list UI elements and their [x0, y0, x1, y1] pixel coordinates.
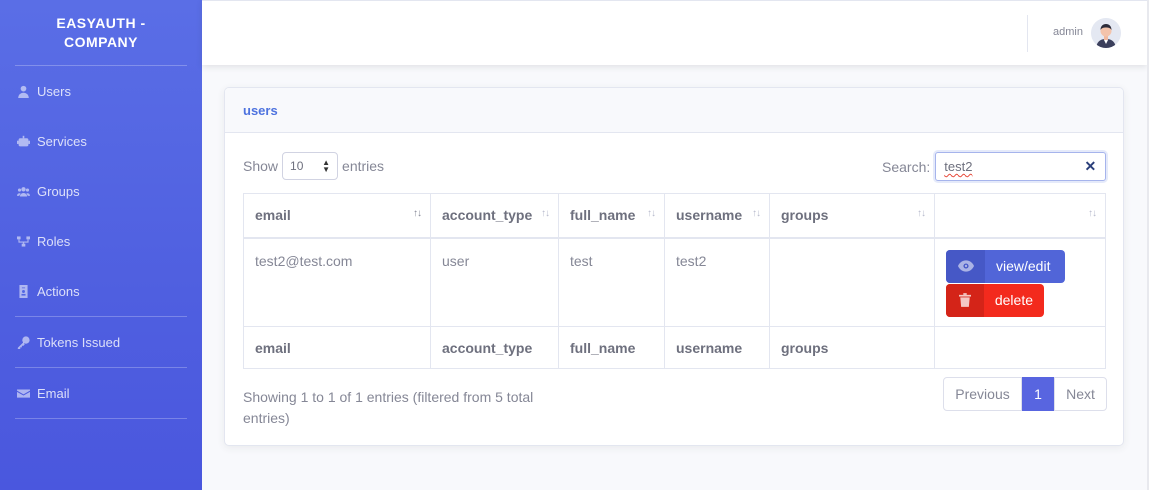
cell-actions: view/edit delete [934, 237, 1106, 327]
footer-username: username [664, 326, 770, 369]
users-card: users Show 10 ▲ ▼ entries Search: test2 ✕… [224, 87, 1124, 446]
column-header-label: groups [781, 207, 829, 224]
footer-groups: groups [769, 326, 935, 369]
sitemap-icon [16, 234, 30, 248]
search-input-value: test2 [944, 159, 973, 174]
brand-logo[interactable]: EASYAUTH - COMPANY [0, 0, 202, 65]
sidebar-item-label: Groups [37, 183, 80, 199]
page-1-button[interactable]: 1 [1022, 377, 1054, 411]
sidebar-item-label: Email [37, 385, 70, 401]
envelope-icon [16, 386, 30, 400]
footer-account-type: account_type [430, 326, 559, 369]
sort-icon: ↑↓ [752, 208, 761, 219]
entries-length-control: Show 10 ▲ ▼ entries [243, 152, 384, 180]
sort-icon: ↑↓ [413, 208, 422, 219]
view-edit-label: view/edit [996, 258, 1051, 274]
id-badge-icon [16, 284, 30, 298]
sort-icon: ↑↓ [1088, 208, 1097, 219]
brand-line-2: COMPANY [63, 33, 139, 50]
users-icon [16, 184, 30, 198]
clear-search-icon[interactable]: ✕ [1085, 158, 1097, 175]
card-title: users [225, 88, 1123, 133]
eye-icon [946, 249, 985, 283]
column-header-email[interactable]: email ↑↓ [243, 193, 431, 239]
entries-label: entries [342, 158, 385, 174]
topbar-username[interactable]: admin [1053, 26, 1083, 38]
topbar-divider [1027, 15, 1028, 52]
sidebar-item-users[interactable]: Users [0, 66, 202, 116]
table-header-row: email ↑↓ account_type ↑↓ full_name ↑↓ usern… [243, 193, 1106, 239]
column-header-actions[interactable]: ↑↓ [934, 193, 1106, 239]
column-header-label: full_name [570, 207, 636, 224]
footer-full-name: full_name [558, 326, 665, 369]
sort-icon: ↑↓ [647, 208, 656, 219]
cell-email: test2@test.com [243, 237, 431, 327]
search-input[interactable]: test2 ✕ [935, 152, 1107, 181]
previous-page-button[interactable]: Previous [943, 377, 1022, 411]
sidebar-item-label: Services [37, 133, 87, 149]
sort-icon: ↑↓ [917, 208, 926, 219]
sidebar-item-label: Actions [37, 283, 80, 299]
delete-button[interactable]: delete [946, 283, 1044, 317]
sidebar-divider [15, 418, 187, 419]
column-header-label: account_type [442, 207, 533, 224]
column-header-account-type[interactable]: account_type ↑↓ [430, 193, 559, 239]
footer-actions [934, 326, 1106, 369]
avatar-icon[interactable] [1091, 18, 1121, 48]
sidebar-item-tokens-issued[interactable]: Tokens Issued [0, 317, 202, 367]
sidebar-item-label: Tokens Issued [37, 334, 121, 350]
cell-groups [769, 237, 935, 327]
column-header-label: email [255, 207, 291, 224]
table-info: Showing 1 to 1 of 1 entries (filtered fr… [243, 389, 534, 426]
sidebar-item-services[interactable]: Services [0, 116, 202, 166]
users-table: email ↑↓ account_type ↑↓ full_name ↑↓ usern… [243, 193, 1106, 369]
column-header-groups[interactable]: groups ↑↓ [769, 193, 935, 239]
show-label: Show [243, 158, 279, 174]
column-header-full-name[interactable]: full_name ↑↓ [558, 193, 665, 239]
footer-email: email [243, 326, 431, 369]
sidebar-item-label: Users [37, 83, 71, 99]
select-arrows-icon: ▲ ▼ [322, 158, 331, 174]
cell-account-type: user [430, 237, 559, 327]
pagination: Previous 1 Next [943, 377, 1107, 411]
brand-line-1: EASYAUTH - [56, 14, 146, 31]
delete-label: delete [994, 292, 1033, 308]
cell-full-name: test [558, 237, 665, 327]
sort-icon: ↑↓ [541, 208, 550, 219]
sidebar-item-label: Roles [37, 233, 71, 249]
user-icon [16, 84, 30, 98]
column-header-label: username [676, 207, 743, 224]
robot-icon [16, 134, 30, 148]
sidebar: EASYAUTH - COMPANY Users Services Groups… [0, 0, 202, 490]
search-control: Search: test2 ✕ [882, 152, 1107, 181]
table-footer-row: email account_type full_name username gr… [243, 326, 1106, 369]
table-row: test2@test.com user test test2 view/edit [243, 237, 1106, 327]
sidebar-item-groups[interactable]: Groups [0, 166, 202, 216]
column-header-username[interactable]: username ↑↓ [664, 193, 770, 239]
sidebar-item-roles[interactable]: Roles [0, 216, 202, 266]
trash-icon [946, 283, 984, 317]
sidebar-item-email[interactable]: Email [0, 368, 202, 418]
next-page-button[interactable]: Next [1054, 377, 1107, 411]
entries-select-value: 10 [290, 159, 304, 173]
entries-select[interactable]: 10 ▲ ▼ [282, 152, 339, 180]
sidebar-item-actions[interactable]: Actions [0, 266, 202, 316]
cell-username: test2 [664, 237, 770, 327]
view-edit-button[interactable]: view/edit [946, 249, 1065, 283]
topbar: admin [202, 0, 1147, 65]
key-icon [16, 335, 30, 349]
search-label: Search: [882, 158, 931, 175]
